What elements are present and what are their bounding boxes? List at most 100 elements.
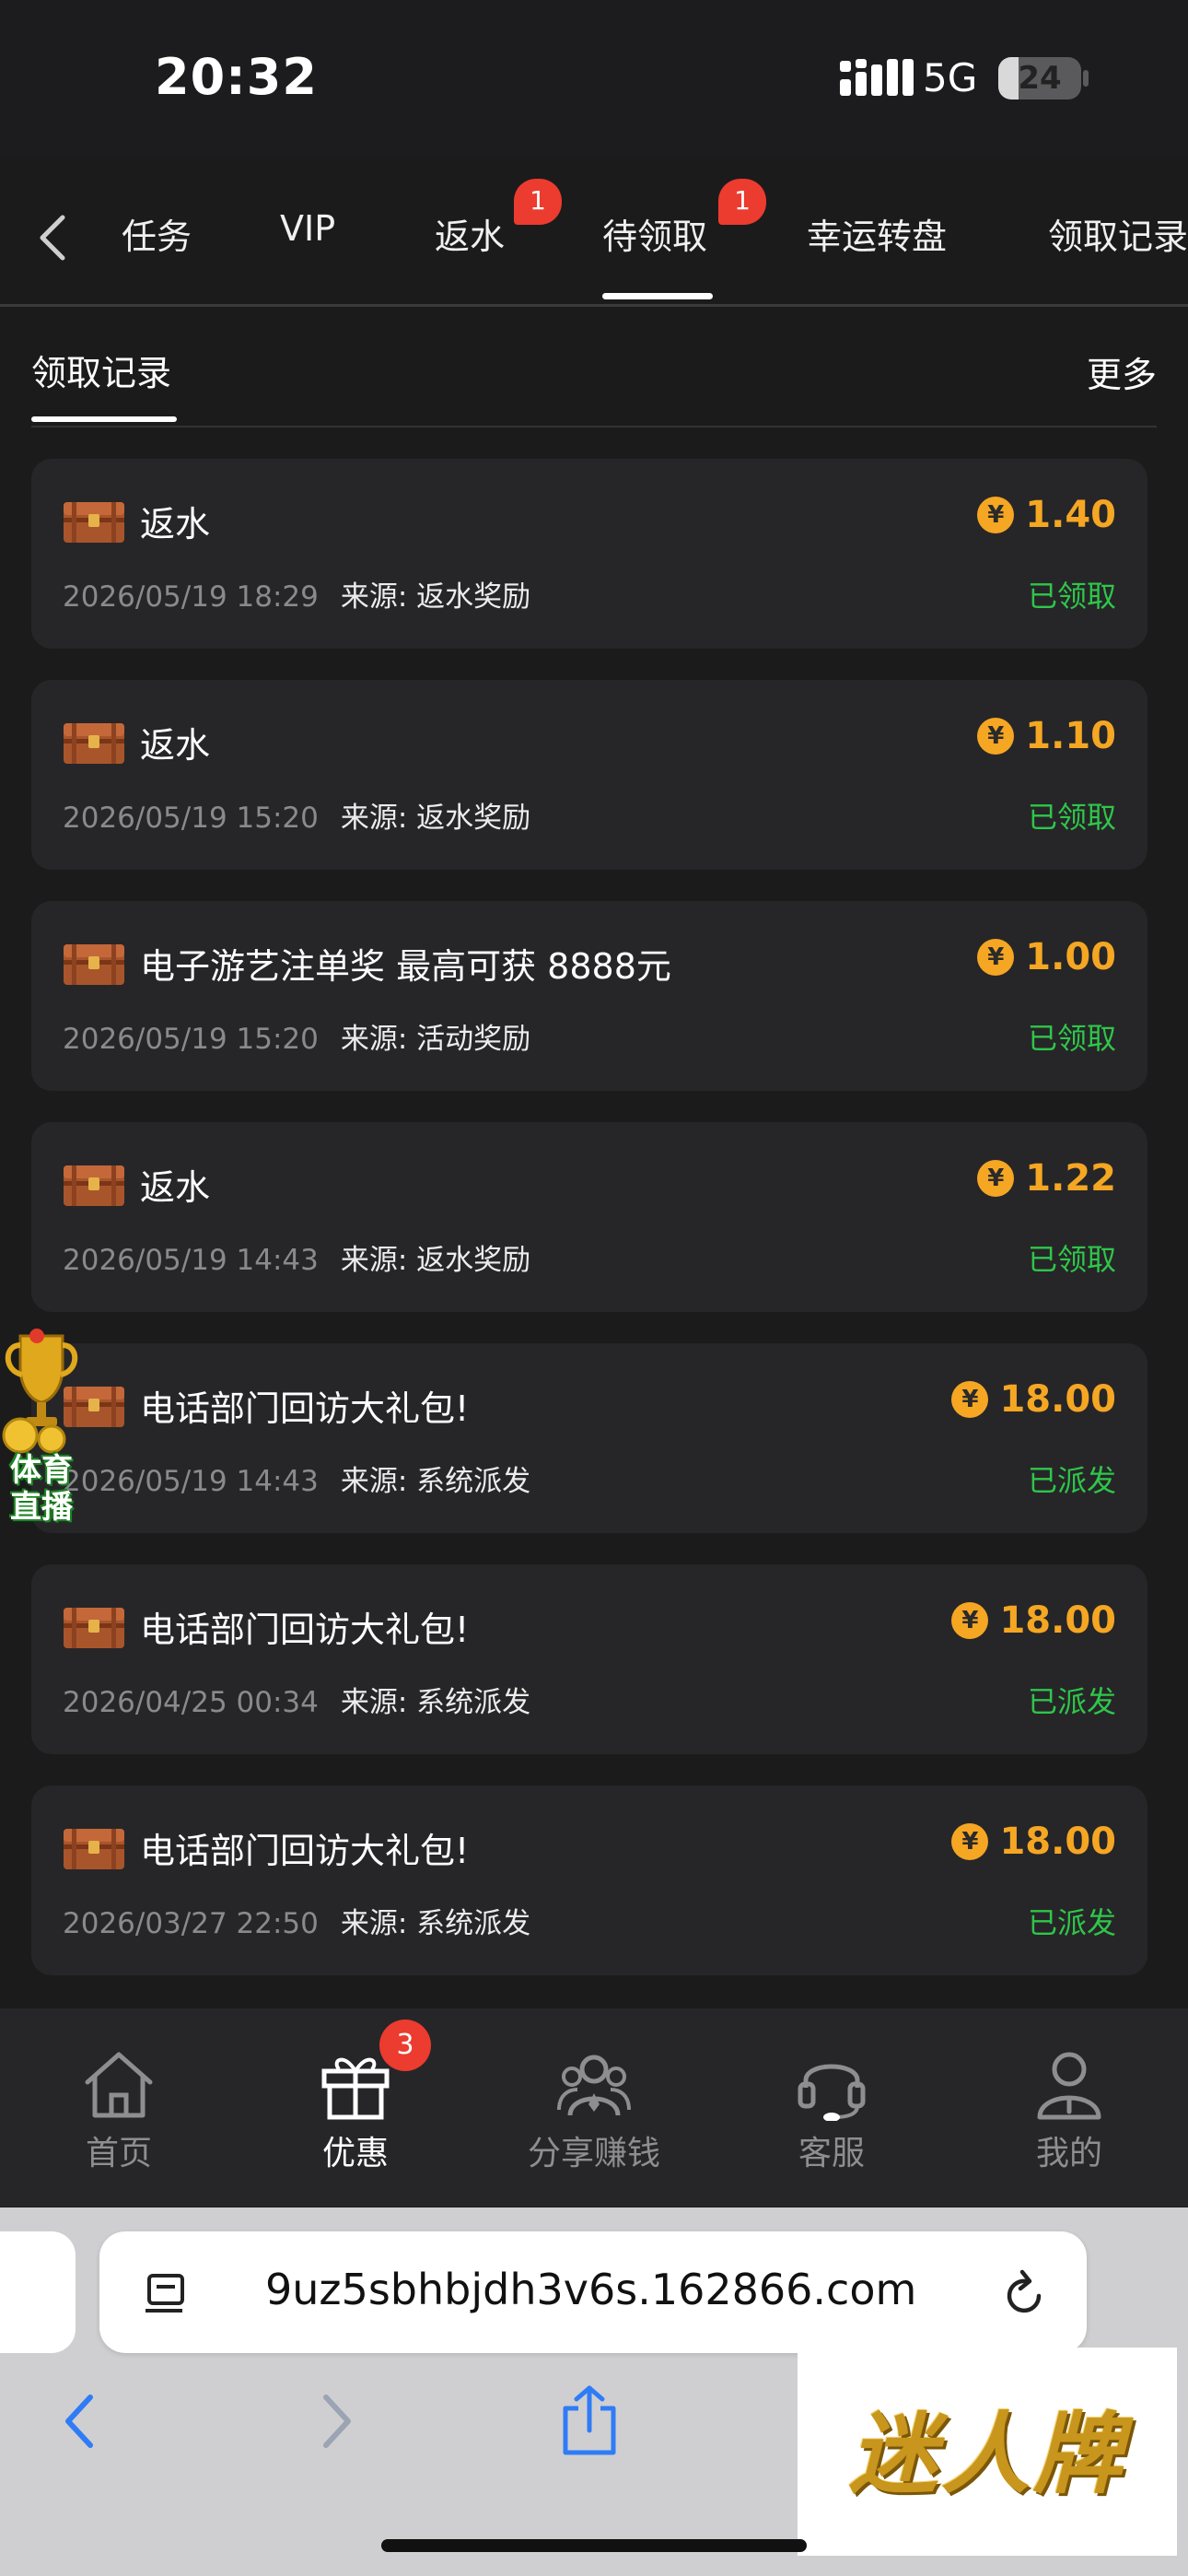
network-type: 5G <box>923 55 978 100</box>
record-card[interactable]: 电子游艺注单奖 最高可获 8888元 2026/05/19 15:20 来源: 活动… <box>31 901 1147 1091</box>
record-status: 已派发 <box>1027 1684 1116 1719</box>
record-status: 已派发 <box>1027 1463 1116 1498</box>
profile-icon <box>1037 2052 1101 2120</box>
record-meta: 2026/05/19 14:43 来源: 返水奖励 <box>63 1236 530 1278</box>
coin-icon: ¥ <box>977 1160 1015 1197</box>
nav-share-earn-label: 分享赚钱 <box>527 2135 660 2172</box>
chevron-left-icon[interactable] <box>35 210 72 265</box>
browser-forward-icon[interactable] <box>319 2392 355 2451</box>
tab-vip[interactable]: VIP <box>280 208 335 249</box>
record-card[interactable]: 返水 2026/05/19 14:43 来源: 返水奖励 ¥1.22 已领取 <box>31 1122 1147 1312</box>
previous-tab-preview[interactable] <box>0 2231 76 2353</box>
more-link[interactable]: 更多 <box>1087 346 1157 397</box>
coin-icon: ¥ <box>951 1381 989 1418</box>
trophy-icon <box>2 1329 78 1454</box>
sports-live-label-line2: 直播 <box>10 1489 73 1526</box>
url-text[interactable]: 9uz5sbhbjdh3v6s.162866.com <box>265 2265 916 2314</box>
status-bar: 20:32 5G 24 <box>0 0 1188 157</box>
record-amount-value: 1.10 <box>1025 715 1116 757</box>
coin-icon: ¥ <box>977 497 1015 533</box>
tab-tasks[interactable]: 任务 <box>122 208 192 259</box>
record-source: 来源: 返水奖励 <box>340 1244 531 1277</box>
record-date: 2026/05/19 14:43 <box>63 1465 319 1498</box>
nav-home[interactable]: 首页 <box>27 2047 211 2174</box>
tab-rebate-badge: 1 <box>514 179 562 225</box>
tab-claim-records[interactable]: 领取记录 <box>1048 208 1188 259</box>
nav-promotions-label: 优惠 <box>321 2135 389 2172</box>
record-date: 2026/04/25 00:34 <box>63 1686 319 1719</box>
battery-icon: 24 <box>998 57 1081 100</box>
record-title: 电子游艺注单奖 最高可获 8888元 <box>140 946 671 987</box>
headset-icon <box>798 2064 866 2121</box>
treasure-chest-icon <box>64 723 124 764</box>
record-amount: ¥18.00 <box>951 1599 1116 1642</box>
promotions-badge: 3 <box>379 2020 431 2071</box>
record-date: 2026/05/19 14:43 <box>63 1244 319 1277</box>
record-amount-value: 1.22 <box>1025 1157 1116 1200</box>
tab-rebate[interactable]: 返水 <box>435 208 505 259</box>
record-status: 已领取 <box>1027 800 1116 835</box>
record-source: 来源: 系统派发 <box>340 1686 531 1719</box>
tab-lucky-wheel[interactable]: 幸运转盘 <box>807 208 947 259</box>
nav-home-label: 首页 <box>85 2135 152 2172</box>
page-menu-icon[interactable] <box>146 2274 190 2314</box>
tab-pending[interactable]: 待领取 <box>602 208 707 259</box>
coin-icon: ¥ <box>977 939 1015 976</box>
record-date: 2026/05/19 18:29 <box>63 580 319 614</box>
address-bar[interactable]: 9uz5sbhbjdh3v6s.162866.com <box>99 2231 1087 2353</box>
browser-back-icon[interactable] <box>61 2392 98 2451</box>
home-indicator <box>381 2539 807 2552</box>
status-time: 20:32 <box>155 48 318 106</box>
brand-watermark-text: 迷人牌 <box>849 2402 1125 2506</box>
record-meta: 2026/03/27 22:50 来源: 系统派发 <box>63 1900 530 1941</box>
sports-live-label: 体育 直播 <box>0 1452 83 1526</box>
record-amount: ¥1.10 <box>977 715 1116 757</box>
active-tab-indicator <box>602 293 713 299</box>
record-source: 来源: 返水奖励 <box>340 802 531 835</box>
record-source: 来源: 系统派发 <box>340 1465 531 1498</box>
treasure-chest-icon <box>64 944 124 985</box>
share-earn-icon <box>557 2055 631 2116</box>
home-icon <box>85 2052 153 2118</box>
record-date: 2026/05/19 15:20 <box>63 802 319 835</box>
record-card[interactable]: 电话部门回访大礼包! 2026/04/25 00:34 来源: 系统派发 ¥18.00… <box>31 1564 1147 1754</box>
record-card[interactable]: 返水 2026/05/19 18:29 来源: 返水奖励 ¥1.40 已领取 <box>31 459 1147 649</box>
record-source: 来源: 活动奖励 <box>340 1023 531 1056</box>
treasure-chest-icon <box>64 1829 124 1869</box>
battery-cap <box>1083 70 1089 87</box>
record-status: 已派发 <box>1027 1905 1116 1940</box>
reload-icon[interactable] <box>1002 2268 1048 2318</box>
record-status: 已领取 <box>1027 579 1116 614</box>
record-amount-value: 1.00 <box>1025 936 1116 978</box>
record-meta: 2026/05/19 15:20 来源: 活动奖励 <box>63 1015 530 1057</box>
record-card[interactable]: 电话部门回访大礼包! 2026/03/27 22:50 来源: 系统派发 ¥18.00… <box>31 1786 1147 1975</box>
record-source: 来源: 系统派发 <box>340 1907 531 1940</box>
nav-support[interactable]: 客服 <box>740 2047 924 2174</box>
record-title: 返水 <box>140 504 211 544</box>
record-title: 电话部门回访大礼包! <box>140 1388 470 1429</box>
brand-watermark: 迷人牌 <box>798 2348 1177 2556</box>
sports-live-floating-button[interactable]: 体育 直播 <box>0 1327 83 1529</box>
section-header: 领取记录 更多 <box>31 341 1157 427</box>
record-meta: 2026/05/19 18:29 来源: 返水奖励 <box>63 573 530 615</box>
record-amount-value: 1.40 <box>1025 494 1116 536</box>
record-card[interactable]: 电话部门回访大礼包! 2026/05/19 14:43 来源: 系统派发 ¥18.00… <box>31 1343 1147 1533</box>
bottom-navigation: 首页 优惠 分享赚钱 客服 我的 <box>0 2008 1188 2207</box>
category-tab-bar: 任务 VIP 返水 1 待领取 1 幸运转盘 领取记录 <box>0 175 1188 307</box>
nav-profile[interactable]: 我的 <box>977 2047 1161 2174</box>
record-amount: ¥1.00 <box>977 936 1116 978</box>
record-date: 2026/05/19 15:20 <box>63 1023 319 1056</box>
nav-support-label: 客服 <box>798 2135 865 2172</box>
share-icon[interactable] <box>558 2384 621 2458</box>
record-source: 来源: 返水奖励 <box>340 580 531 614</box>
record-amount: ¥18.00 <box>951 1378 1116 1421</box>
treasure-chest-icon <box>64 1608 124 1648</box>
treasure-chest-icon <box>64 1165 124 1206</box>
record-title: 返水 <box>140 725 211 766</box>
section-title[interactable]: 领取记录 <box>31 345 171 395</box>
section-title-underline <box>31 416 177 422</box>
nav-share-earn[interactable]: 分享赚钱 <box>502 2047 686 2174</box>
record-amount: ¥1.22 <box>977 1157 1116 1200</box>
record-card[interactable]: 返水 2026/05/19 15:20 来源: 返水奖励 ¥1.10 已领取 <box>31 680 1147 870</box>
record-meta: 2026/04/25 00:34 来源: 系统派发 <box>63 1679 530 1720</box>
